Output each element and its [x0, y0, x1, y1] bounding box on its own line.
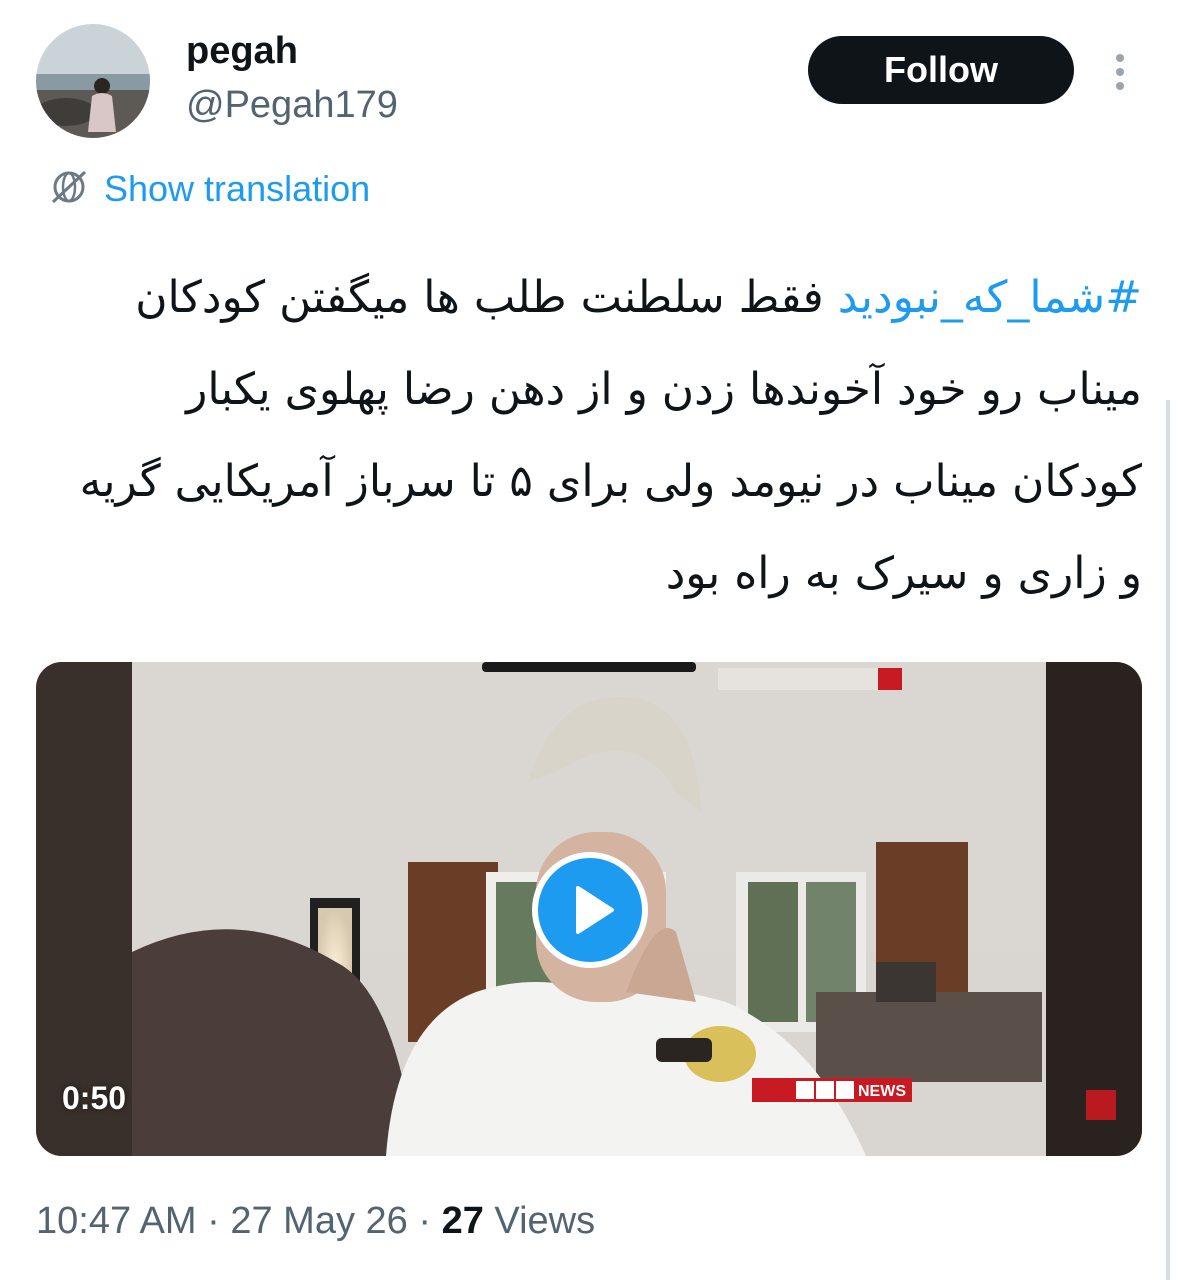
- meta-separator: ·: [196, 1200, 231, 1242]
- tweet-time[interactable]: 10:47 AM: [36, 1200, 197, 1242]
- views-label: Views: [483, 1200, 596, 1242]
- play-icon[interactable]: [532, 852, 648, 968]
- meta-separator: ·: [407, 1200, 442, 1242]
- tweet-header: pegah @Pegah179 Follow: [0, 0, 1178, 160]
- views-count: 27: [441, 1200, 484, 1242]
- scrollbar[interactable]: [1166, 400, 1170, 1280]
- avatar[interactable]: [36, 24, 150, 138]
- translate-globe-icon: [48, 166, 90, 213]
- tweet-text: #شما_که_نبودید فقط سلطنت طلب ها میگفتن ک…: [60, 252, 1142, 620]
- video-duration: 0:50: [62, 1080, 127, 1116]
- avatar-photo: [36, 24, 150, 138]
- author-name[interactable]: pegah: [186, 30, 298, 73]
- more-vertical-icon[interactable]: [1108, 48, 1132, 96]
- author-handle[interactable]: @Pegah179: [186, 84, 398, 127]
- svg-text:NEWS: NEWS: [858, 1083, 906, 1100]
- hashtag-link[interactable]: #شما_که_نبودید: [838, 272, 1142, 323]
- tweet-date[interactable]: 27 May 26: [230, 1200, 407, 1242]
- show-translation-link[interactable]: Show translation: [48, 166, 370, 212]
- show-translation-label: Show translation: [104, 168, 371, 209]
- follow-button[interactable]: Follow: [808, 36, 1074, 104]
- tweet-meta: 10:47 AM · 27 May 26 · 27 Views: [36, 1200, 595, 1243]
